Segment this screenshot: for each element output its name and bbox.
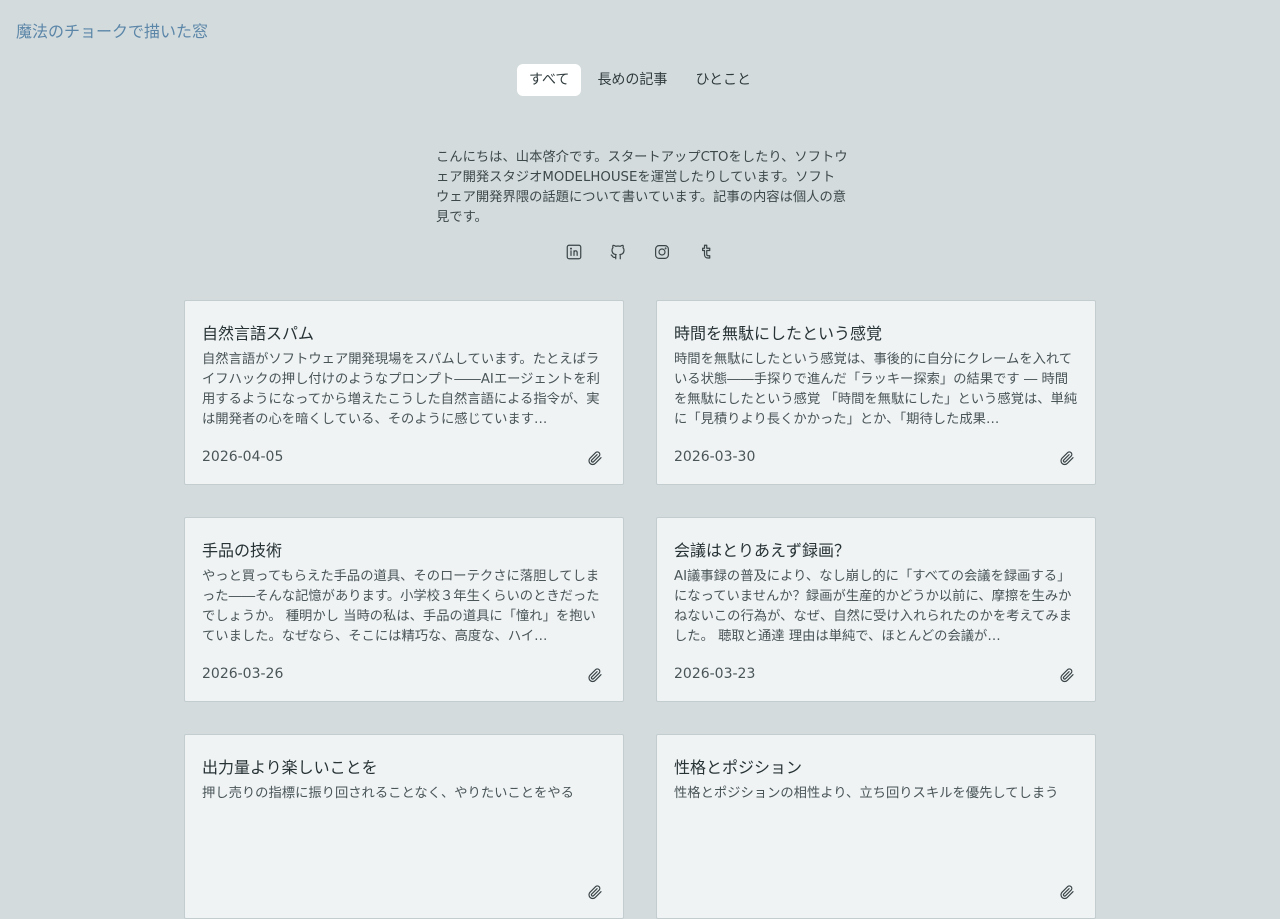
paperclip-icon — [1059, 667, 1075, 683]
post-excerpt: 性格とポジションの相性より、立ち回りスキルを優先してしまう — [674, 786, 1059, 801]
social-links — [0, 242, 1280, 266]
github-icon — [609, 243, 627, 265]
post-card[interactable]: 手品の技術 やっと買ってもらえた手品の道具、そのローテクさに落胆してしまった――… — [184, 517, 624, 702]
tumblr-link[interactable] — [696, 242, 716, 266]
linkedin-link[interactable] — [564, 242, 584, 266]
post-title: 出力量より楽しいことを — [202, 758, 378, 777]
paperclip-icon — [587, 667, 603, 683]
post-excerpt: 自然言語がソフトウェア開発現場をスパムしています。たとえばライフハックの押し付け… — [202, 352, 600, 427]
post-date: 2026-03-26 — [202, 666, 284, 682]
post-excerpt: 押し売りの指標に振り回されることなく、やりたいことをやる — [202, 786, 574, 801]
tab-long-articles[interactable]: 長めの記事 — [585, 64, 679, 96]
tab-short-notes[interactable]: ひとこと — [683, 64, 763, 96]
paperclip-icon — [1059, 450, 1075, 466]
post-title: 時間を無駄にしたという感覚 — [674, 324, 883, 343]
author-intro: こんにちは、山本啓介です。スタートアップCTOをしたり、ソフトウェア開発スタジオ… — [436, 150, 848, 225]
github-link[interactable] — [608, 242, 628, 266]
post-list: 自然言語スパム 自然言語がソフトウェア開発現場をスパムしています。たとえばライフ… — [184, 300, 1096, 919]
instagram-icon — [653, 243, 671, 265]
post-title: 自然言語スパム — [202, 324, 315, 343]
post-card[interactable]: 出力量より楽しいことを 押し売りの指標に振り回されることなく、やりたいことをやる — [184, 734, 624, 919]
tab-all[interactable]: すべて — [516, 64, 582, 96]
post-card[interactable]: 時間を無駄にしたという感覚 時間を無駄にしたという感覚は、事後的に自分にクレーム… — [656, 300, 1096, 485]
post-card[interactable]: 性格とポジション 性格とポジションの相性より、立ち回りスキルを優先してしまう — [656, 734, 1096, 919]
post-card[interactable]: 自然言語スパム 自然言語がソフトウェア開発現場をスパムしています。たとえばライフ… — [184, 300, 624, 485]
post-card[interactable]: 会議はとりあえず録画？ AI議事録の普及により、なし崩し的に「すべての会議を録画… — [656, 517, 1096, 702]
post-title: 手品の技術 — [202, 541, 283, 560]
post-excerpt: やっと買ってもらえた手品の道具、そのローテクさに落胆してしまった――そんな記憶が… — [202, 569, 600, 644]
post-date: 2026-03-23 — [674, 666, 756, 682]
instagram-link[interactable] — [652, 242, 672, 266]
post-title: 性格とポジション — [674, 758, 803, 777]
paperclip-icon — [587, 450, 603, 466]
post-date: 2026-03-30 — [674, 449, 756, 465]
post-excerpt: AI議事録の普及により、なし崩し的に「すべての会議を録画する」になっていませんか… — [674, 569, 1072, 644]
linkedin-icon — [565, 243, 583, 265]
site-title-link[interactable]: 魔法のチョークで描いた窓 — [16, 18, 208, 42]
category-tabs: すべて 長めの記事 ひとこと — [0, 64, 1280, 96]
tumblr-icon — [697, 243, 715, 265]
paperclip-icon — [1059, 884, 1075, 900]
paperclip-icon — [587, 884, 603, 900]
post-date: 2026-04-05 — [202, 449, 284, 465]
post-title: 会議はとりあえず録画？ — [674, 541, 851, 560]
post-excerpt: 時間を無駄にしたという感覚は、事後的に自分にクレームを入れている状態――手探りで… — [674, 352, 1078, 427]
